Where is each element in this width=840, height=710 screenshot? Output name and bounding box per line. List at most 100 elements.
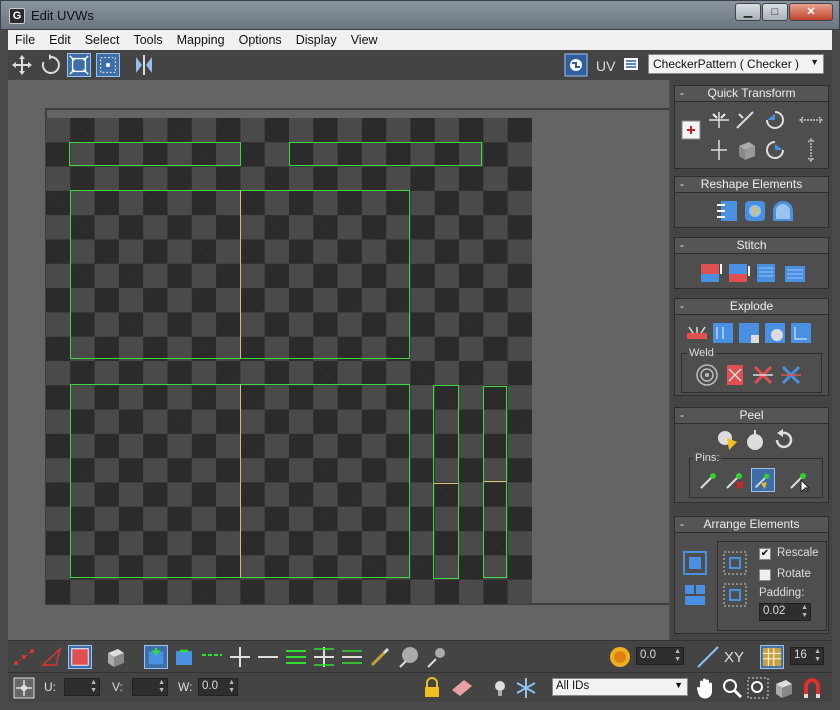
flatten-icon[interactable] xyxy=(789,321,813,345)
spinner-arrows-icon[interactable]: ▲ ▼ xyxy=(158,679,165,695)
spinner-arrows-icon[interactable]: ▲ ▼ xyxy=(90,679,97,695)
padding-spinner[interactable]: 0.02 ▲ ▼ xyxy=(759,603,811,621)
grow-ring-icon[interactable] xyxy=(312,645,336,669)
rotate-cw-icon[interactable] xyxy=(763,108,787,132)
menu-options[interactable]: Options xyxy=(232,33,289,47)
stitch-custom-icon[interactable] xyxy=(783,260,807,284)
paint-select-icon[interactable] xyxy=(368,645,392,669)
space-vertical-icon[interactable] xyxy=(799,138,823,162)
menu-display[interactable]: Display xyxy=(289,33,344,47)
lock-icon[interactable] xyxy=(420,676,444,700)
relax-icon[interactable] xyxy=(743,199,767,223)
pivot-icon[interactable] xyxy=(681,120,701,140)
auto-pin-icon[interactable] xyxy=(751,468,775,492)
scale-icon[interactable] xyxy=(67,53,91,77)
quick-peel-icon[interactable] xyxy=(715,428,739,452)
grow-loop-icon[interactable] xyxy=(228,645,252,669)
freeze-icon[interactable] xyxy=(514,676,538,700)
face-mode-icon[interactable] xyxy=(68,645,92,669)
straighten-icon[interactable] xyxy=(733,108,757,132)
falloff-curve-icon[interactable] xyxy=(696,645,720,669)
cube-icon[interactable] xyxy=(735,138,759,162)
xy-label[interactable]: XY xyxy=(724,649,744,666)
pin-icon[interactable] xyxy=(697,468,721,492)
rollout-header[interactable]: - Reshape Elements xyxy=(675,177,828,193)
rollout-header[interactable]: - Stitch xyxy=(675,238,828,254)
align-horizontal-icon[interactable] xyxy=(707,108,731,132)
w-spinner[interactable]: 0.0 ▲ ▼ xyxy=(198,678,238,696)
enlarge-brush-icon[interactable] xyxy=(396,645,420,669)
break-icon[interactable] xyxy=(685,323,709,347)
loop-icon[interactable] xyxy=(200,645,224,669)
rollout-header[interactable]: - Peel xyxy=(675,408,828,424)
relax-settings-icon[interactable] xyxy=(771,199,795,223)
weld-edge-icon[interactable] xyxy=(751,363,775,387)
rollout-header[interactable]: - Quick Transform xyxy=(675,86,828,102)
material-id-select[interactable]: All IDs ▼ xyxy=(552,678,688,696)
straighten-selection-icon[interactable] xyxy=(715,199,739,223)
spinner-arrows-icon[interactable]: ▲ ▼ xyxy=(674,648,681,664)
weld-selected-icon[interactable] xyxy=(723,363,747,387)
explode-sphere-icon[interactable] xyxy=(763,321,787,345)
rollout-header[interactable]: - Arrange Elements xyxy=(675,517,828,533)
menu-view[interactable]: View xyxy=(344,33,385,47)
pack-together-icon[interactable] xyxy=(723,551,747,575)
pack-in-place-icon[interactable] xyxy=(723,583,747,607)
weld-all-icon[interactable] xyxy=(779,363,803,387)
hide-icon[interactable] xyxy=(450,676,474,700)
weld-target-icon[interactable] xyxy=(695,363,719,387)
freeform-icon[interactable] xyxy=(96,53,120,77)
grid-snap-icon[interactable] xyxy=(760,645,784,669)
menu-tools[interactable]: Tools xyxy=(126,33,169,47)
pack-normalize-icon[interactable] xyxy=(683,551,707,575)
menu-file[interactable]: File xyxy=(8,33,42,47)
show-icon[interactable] xyxy=(488,676,512,700)
stitch-to-target-icon[interactable] xyxy=(699,260,723,284)
maximize-button[interactable]: □ xyxy=(762,3,788,21)
align-vertical-icon[interactable] xyxy=(707,138,731,162)
absolute-offset-icon[interactable] xyxy=(12,676,36,700)
list-icon[interactable] xyxy=(622,55,640,73)
rescale-checkbox[interactable]: ✔ xyxy=(759,548,771,560)
peel-mode-icon[interactable] xyxy=(743,428,767,452)
select-pins-icon[interactable] xyxy=(787,468,811,492)
zoom-region-icon[interactable] xyxy=(746,676,770,700)
grow-selection-icon[interactable] xyxy=(144,645,168,669)
shrink-selection-icon[interactable] xyxy=(172,645,196,669)
menu-mapping[interactable]: Mapping xyxy=(170,33,232,47)
checker-map-icon[interactable] xyxy=(564,53,588,77)
grid-spinner[interactable]: 16 ▲ ▼ xyxy=(790,647,824,665)
space-horizontal-icon[interactable] xyxy=(799,108,823,132)
spinner-arrows-icon[interactable]: ▲ ▼ xyxy=(814,648,821,664)
soft-selection-icon[interactable] xyxy=(608,645,632,669)
stitch-average-icon[interactable] xyxy=(727,260,751,284)
u-spinner[interactable]: ▲ ▼ xyxy=(64,678,100,696)
rotate-icon[interactable] xyxy=(39,53,63,77)
pack-custom-icon[interactable] xyxy=(683,583,707,607)
unpin-icon[interactable] xyxy=(723,468,747,492)
shrink-brush-icon[interactable] xyxy=(424,645,448,669)
rotate-ccw-icon[interactable] xyxy=(763,138,787,162)
uv-label[interactable]: UV xyxy=(596,58,615,74)
close-button[interactable]: ✕ xyxy=(789,3,833,21)
snap-magnet-icon[interactable] xyxy=(800,676,824,700)
edge-mode-icon[interactable] xyxy=(40,645,64,669)
vertex-mode-icon[interactable] xyxy=(12,645,36,669)
spinner-arrows-icon[interactable]: ▲ ▼ xyxy=(228,679,235,695)
stitch-to-source-icon[interactable] xyxy=(755,260,779,284)
zoom-extents-icon[interactable] xyxy=(772,676,796,700)
uv-shell[interactable] xyxy=(69,142,241,166)
menu-select[interactable]: Select xyxy=(78,33,127,47)
app-icon[interactable]: G xyxy=(9,8,25,24)
texture-map-select[interactable]: CheckerPattern ( Checker ) ▼ xyxy=(648,54,824,74)
mirror-icon[interactable] xyxy=(132,53,156,77)
menu-edit[interactable]: Edit xyxy=(42,33,78,47)
move-icon[interactable] xyxy=(10,53,34,77)
uv-shell[interactable] xyxy=(433,385,459,579)
detach-face-icon[interactable] xyxy=(737,321,761,345)
rotate-checkbox[interactable] xyxy=(759,569,771,581)
element-mode-icon[interactable] xyxy=(104,645,128,669)
spinner-arrows-icon[interactable]: ▲ ▼ xyxy=(801,604,808,620)
minimize-button[interactable]: ▁ xyxy=(735,3,761,21)
pan-icon[interactable] xyxy=(694,676,718,700)
